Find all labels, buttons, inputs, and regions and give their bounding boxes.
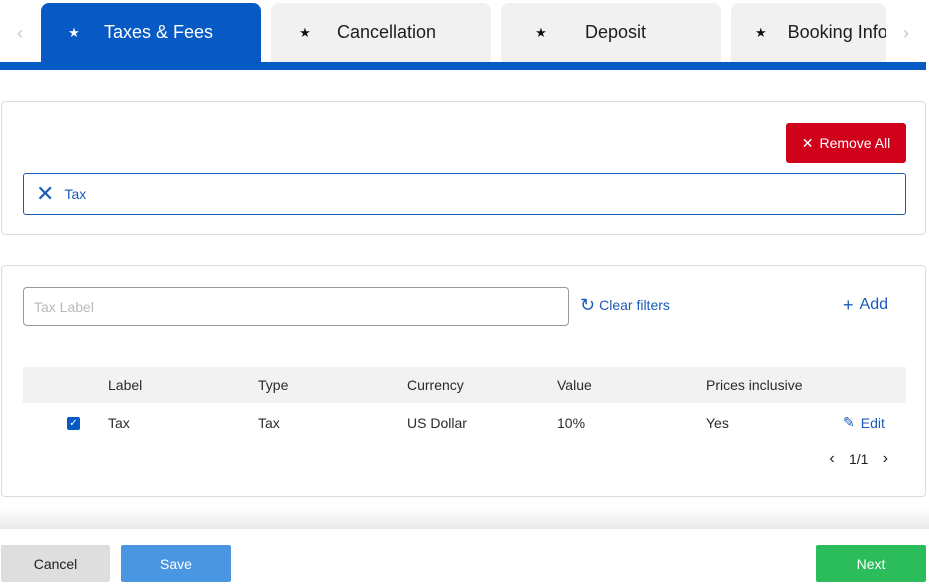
tab-deposit[interactable]: ★ Deposit <box>501 3 721 62</box>
refresh-icon: ↻ <box>580 295 596 315</box>
chevron-right-icon[interactable]: › <box>878 450 892 468</box>
filter-chip-container: ✕ Tax <box>23 173 906 215</box>
active-filters-card: ✕ Remove All ✕ Tax <box>1 101 926 235</box>
tab-scroll-left-icon[interactable]: ‹ <box>10 22 30 44</box>
star-icon: ★ <box>299 24 311 40</box>
tab-label: Booking Info <box>787 22 886 42</box>
column-header-type: Type <box>258 377 289 393</box>
footer-bar: Cancel Save Next <box>0 529 929 585</box>
pagination: ‹ 1/1 › <box>825 450 892 468</box>
edit-label: Edit <box>860 414 885 431</box>
row-checkbox[interactable]: ✓ <box>67 417 80 430</box>
add-button[interactable]: + Add <box>843 296 888 314</box>
filter-chip-label: Tax <box>64 186 87 202</box>
column-header-value: Value <box>557 377 592 393</box>
tab-booking-info[interactable]: ★ Booking Info <box>731 3 886 62</box>
remove-chip-icon[interactable]: ✕ <box>36 183 54 205</box>
next-button[interactable]: Next <box>816 545 926 582</box>
footer-shadow <box>0 507 929 529</box>
remove-all-label: Remove All <box>819 135 891 151</box>
edit-button[interactable]: ✎ Edit <box>843 414 885 431</box>
tab-strip: ‹ ★ Taxes & Fees ★ Cancellation ★ Deposi… <box>0 0 929 70</box>
cell-label: Tax <box>108 415 130 431</box>
clear-filters-label: Clear filters <box>599 297 670 313</box>
cell-type: Tax <box>258 415 280 431</box>
pencil-icon: ✎ <box>843 414 855 430</box>
cell-currency: US Dollar <box>407 415 467 431</box>
star-icon: ★ <box>535 24 547 40</box>
taxes-table: Label Type Currency Value Prices inclusi… <box>23 367 906 441</box>
close-icon: ✕ <box>801 134 814 151</box>
tab-cancellation[interactable]: ★ Cancellation <box>271 3 491 62</box>
tax-label-search-input[interactable] <box>23 287 569 326</box>
table-row: ✓ Tax Tax US Dollar 10% Yes ✎ Edit <box>23 403 906 441</box>
plus-icon: + <box>843 295 854 315</box>
star-icon: ★ <box>755 24 767 40</box>
cancel-button[interactable]: Cancel <box>1 545 110 582</box>
chevron-left-icon[interactable]: ‹ <box>825 450 839 468</box>
cell-value: 10% <box>557 415 586 431</box>
tab-label: Deposit <box>585 22 647 42</box>
table-header: Label Type Currency Value Prices inclusi… <box>23 367 906 403</box>
column-header-label: Label <box>108 377 143 393</box>
remove-all-button[interactable]: ✕ Remove All <box>786 123 906 163</box>
tab-label: Cancellation <box>337 22 437 42</box>
tab-taxes-fees[interactable]: ★ Taxes & Fees <box>41 3 261 62</box>
cell-prices-inclusive: Yes <box>706 415 729 431</box>
page-indicator: 1/1 <box>849 451 869 467</box>
taxes-table-card: ↻ Clear filters + Add Label Type Currenc… <box>1 265 926 497</box>
star-icon: ★ <box>68 24 80 40</box>
column-header-prices-inclusive: Prices inclusive <box>706 377 803 393</box>
tab-underline <box>0 62 926 70</box>
clear-filters-button[interactable]: ↻ Clear filters <box>580 296 670 314</box>
column-header-currency: Currency <box>407 377 464 393</box>
tab-label: Taxes & Fees <box>104 22 214 42</box>
save-button[interactable]: Save <box>121 545 231 582</box>
tab-scroll-right-icon[interactable]: › <box>896 22 916 44</box>
add-label: Add <box>859 296 888 313</box>
